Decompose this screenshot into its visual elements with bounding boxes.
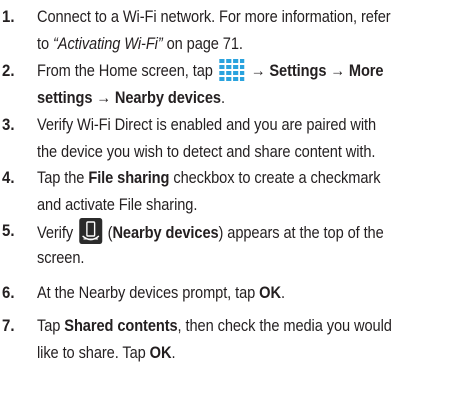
menu-path-nearby-devices: Nearby devices: [114, 87, 221, 107]
ok-label: OK: [259, 283, 281, 302]
step-text: Connect to a Wi-Fi network. For more inf…: [37, 7, 391, 53]
ok-label: OK: [149, 342, 172, 362]
step-number: 4.: [2, 168, 15, 187]
step-number: 3.: [2, 115, 15, 134]
step-text: Tap the File sharing checkbox to create …: [37, 168, 381, 214]
step-text: At the Nearby devices prompt, tap OK.: [37, 283, 285, 302]
step-text: Verify Wi-Fi Direct is enabled and you a…: [37, 115, 377, 161]
menu-path-more-settings: More: [348, 61, 384, 80]
menu-path-settings: Settings: [269, 61, 327, 80]
step-text: Verify (Nearby devices) appears at the t…: [37, 218, 450, 271]
step-number: 7.: [2, 316, 15, 335]
step-number: 1.: [2, 7, 15, 26]
shared-contents-label: Shared contents: [64, 316, 178, 335]
step-number: 2.: [2, 61, 15, 80]
cross-reference-link[interactable]: “Activating Wi-Fi”: [53, 34, 163, 53]
step-text: From the Home screen, tap → Settings → M…: [37, 58, 450, 111]
step-text: Tap Shared contents, then check the medi…: [37, 316, 392, 362]
file-sharing-label: File sharing: [88, 168, 170, 187]
nearby-devices-label: Nearby devices: [112, 223, 219, 242]
instruction-page: 1. Connect to a Wi-Fi network. For more …: [0, 0, 473, 393]
step-number: 6.: [2, 283, 15, 302]
step-number: 5.: [2, 221, 15, 240]
